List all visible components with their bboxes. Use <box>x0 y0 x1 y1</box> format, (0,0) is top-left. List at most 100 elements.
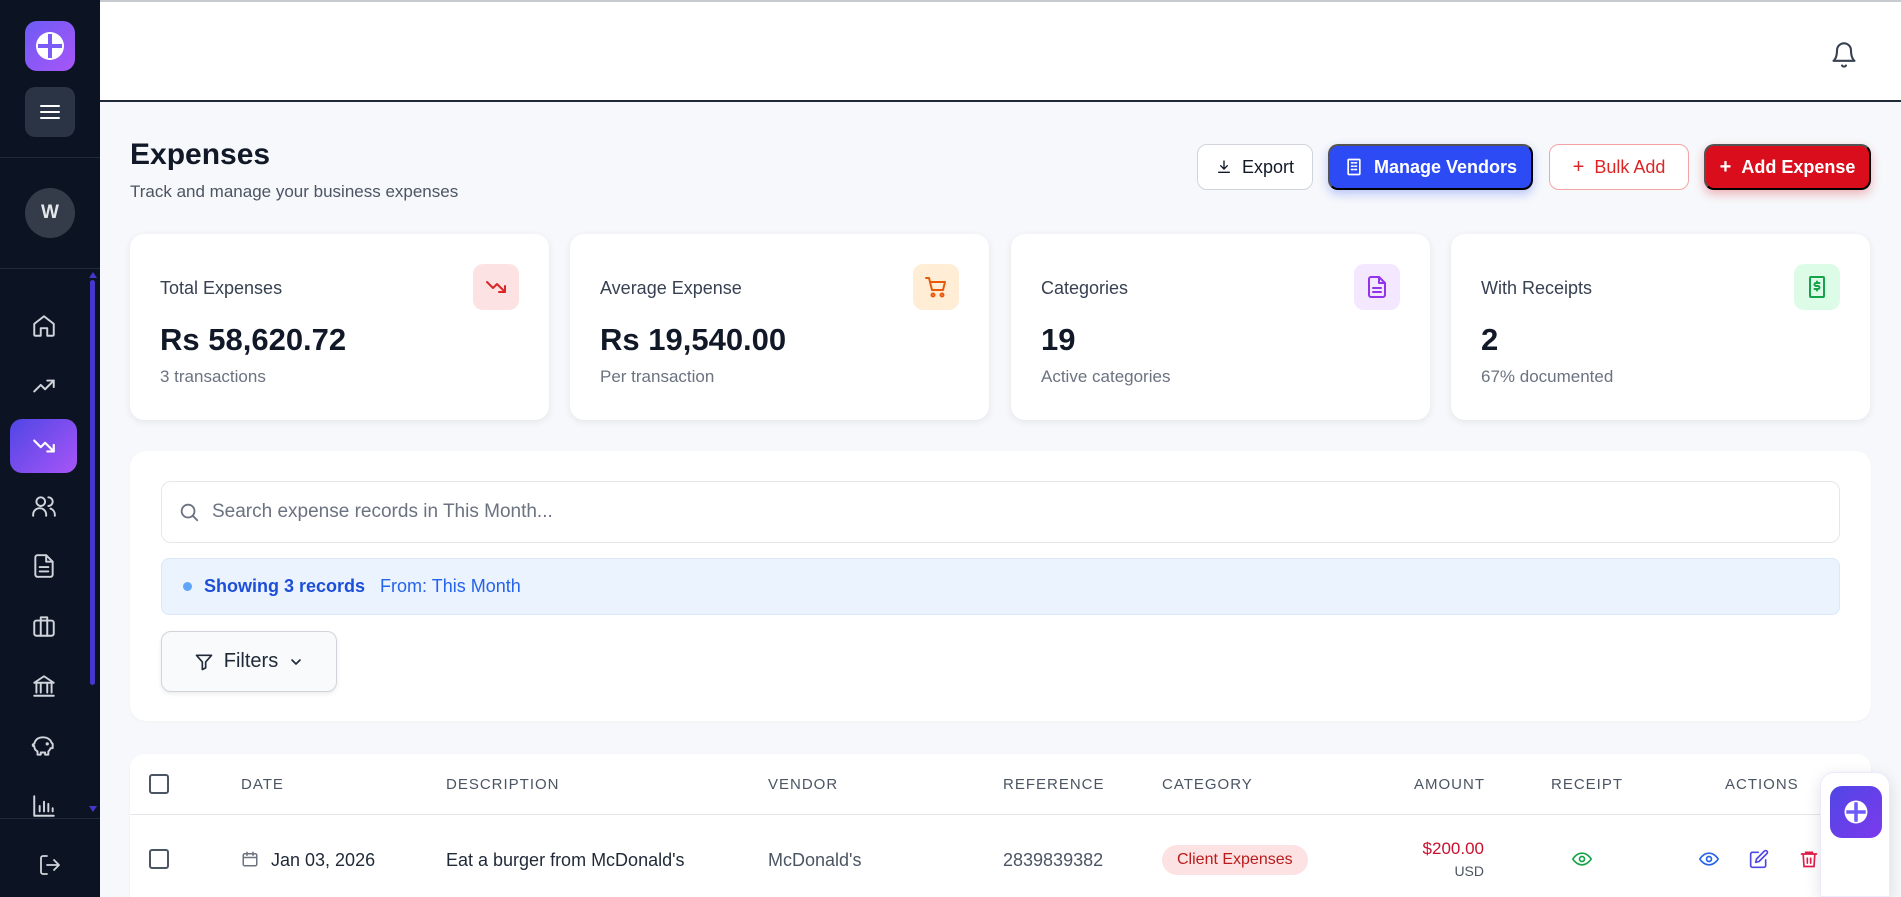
column-header-receipt: RECEIPT <box>1551 776 1624 793</box>
edit-icon <box>1749 849 1769 869</box>
row-date: Jan 03, 2026 <box>271 850 376 870</box>
download-icon <box>1217 160 1230 173</box>
sidebar-item-income[interactable] <box>10 359 77 413</box>
briefcase-icon <box>32 616 55 637</box>
column-header-amount[interactable]: AMOUNT <box>1414 776 1485 793</box>
bulk-add-button[interactable]: + Bulk Add <box>1549 144 1689 190</box>
export-label: Export <box>1241 156 1295 177</box>
trash-icon <box>1800 851 1818 868</box>
sidebar-item-invoices[interactable] <box>10 539 77 593</box>
sidebar-item-banking[interactable] <box>10 659 77 713</box>
stat-subtext: Per transaction <box>600 367 715 386</box>
stat-label: With Receipts <box>1481 278 1593 298</box>
file-text-icon <box>1354 264 1400 310</box>
workspace-avatar[interactable]: W <box>25 188 75 238</box>
sidebar-divider <box>0 818 100 819</box>
bar-chart-icon <box>32 795 55 817</box>
notifications-button[interactable] <box>1827 38 1861 72</box>
export-button[interactable]: Export <box>1197 144 1313 190</box>
bell-icon <box>1832 42 1856 68</box>
receipt-dollar-icon <box>1794 264 1840 310</box>
filter-icon <box>195 654 213 670</box>
search-box[interactable] <box>161 481 1840 543</box>
scroll-down-icon[interactable] <box>89 806 97 812</box>
add-expense-button[interactable]: + Add Expense <box>1704 144 1871 190</box>
column-header-vendor[interactable]: VENDOR <box>768 776 838 793</box>
row-checkbox[interactable] <box>149 849 169 869</box>
edit-expense-button[interactable] <box>1746 846 1772 872</box>
trending-down-icon <box>473 264 519 310</box>
delete-expense-button[interactable] <box>1796 846 1822 872</box>
column-header-date[interactable]: DATE <box>241 776 284 793</box>
sidebar-item-reports[interactable] <box>10 779 77 833</box>
menu-toggle-button[interactable] <box>25 87 75 137</box>
stat-card-average-expense: Average Expense Rs 19,540.00 Per transac… <box>570 234 989 420</box>
plus-icon: + <box>1572 156 1585 178</box>
view-expense-button[interactable] <box>1696 846 1722 872</box>
page-subtitle: Track and manage your business expenses <box>130 182 459 201</box>
records-range: From: This Month <box>380 576 521 596</box>
stat-value: 2 <box>1481 322 1499 357</box>
records-info-bar: Showing 3 records From: This Month <box>161 558 1840 615</box>
sidebar: W <box>0 0 100 897</box>
plus-icon: + <box>1719 156 1732 178</box>
stat-subtext: Active categories <box>1041 367 1171 386</box>
column-header-description[interactable]: DESCRIPTION <box>446 776 560 793</box>
stat-label: Total Expenses <box>160 278 283 298</box>
sidebar-divider <box>0 268 100 269</box>
logout-button[interactable] <box>28 843 72 887</box>
sidebar-scrollbar[interactable] <box>90 280 95 685</box>
row-description: Eat a burger from McDonald's <box>446 850 685 870</box>
add-expense-label: Add Expense <box>1741 156 1856 177</box>
records-count: Showing 3 records <box>204 576 366 596</box>
sidebar-item-customers[interactable] <box>10 479 77 533</box>
stat-card-categories: Categories 19 Active categories <box>1011 234 1430 420</box>
home-icon <box>32 315 55 337</box>
app-logo[interactable] <box>25 21 75 71</box>
manage-vendors-label: Manage Vendors <box>1373 156 1518 177</box>
bulk-add-label: Bulk Add <box>1594 156 1666 177</box>
scroll-up-icon[interactable] <box>89 272 97 278</box>
app-logo-icon <box>1844 800 1868 824</box>
row-reference: 2839839382 <box>1003 850 1104 870</box>
search-input[interactable] <box>212 501 1772 523</box>
sidebar-divider <box>0 157 100 158</box>
calendar-icon <box>242 851 258 867</box>
row-vendor: McDonald's <box>768 850 862 870</box>
stat-value: Rs 58,620.72 <box>160 322 347 357</box>
filters-label: Filters <box>223 650 279 672</box>
assistant-widget[interactable] <box>1820 772 1890 897</box>
users-icon <box>31 496 56 517</box>
table-header: DATE DESCRIPTION VENDOR REFERENCE CATEGO… <box>130 754 1871 815</box>
column-header-reference[interactable]: REFERENCE <box>1003 776 1105 793</box>
sidebar-item-home[interactable] <box>10 299 77 353</box>
view-receipt-button[interactable] <box>1569 846 1595 872</box>
column-header-actions: ACTIONS <box>1725 776 1799 793</box>
select-all-checkbox[interactable] <box>149 774 169 794</box>
manage-vendors-button[interactable]: Manage Vendors <box>1328 144 1533 190</box>
stat-subtext: 3 transactions <box>160 367 266 386</box>
piggy-bank-icon <box>31 736 54 756</box>
document-icon <box>33 554 54 578</box>
trending-up-icon <box>32 379 55 393</box>
expenses-table: DATE DESCRIPTION VENDOR REFERENCE CATEGO… <box>130 754 1871 897</box>
category-badge: Client Expenses <box>1162 845 1308 875</box>
sidebar-item-expenses[interactable] <box>10 419 77 473</box>
sidebar-item-projects[interactable] <box>10 599 77 653</box>
logout-icon <box>40 855 60 875</box>
stat-card-total-expenses: Total Expenses Rs 58,620.72 3 transactio… <box>130 234 549 420</box>
page-title: Expenses <box>130 138 271 171</box>
search-icon <box>180 503 199 522</box>
sidebar-item-savings[interactable] <box>10 719 77 773</box>
column-header-category[interactable]: CATEGORY <box>1162 776 1253 793</box>
stat-subtext: 67% documented <box>1481 367 1614 386</box>
stat-label: Categories <box>1041 278 1129 298</box>
chevron-down-icon <box>291 658 302 665</box>
eye-icon <box>1572 852 1592 866</box>
hamburger-icon <box>40 105 60 119</box>
assistant-launcher[interactable] <box>1830 786 1882 838</box>
filters-button[interactable]: Filters <box>161 631 337 692</box>
eye-icon <box>1699 852 1719 866</box>
status-dot <box>183 582 192 591</box>
row-amount: $200.00 <box>1422 839 1484 858</box>
